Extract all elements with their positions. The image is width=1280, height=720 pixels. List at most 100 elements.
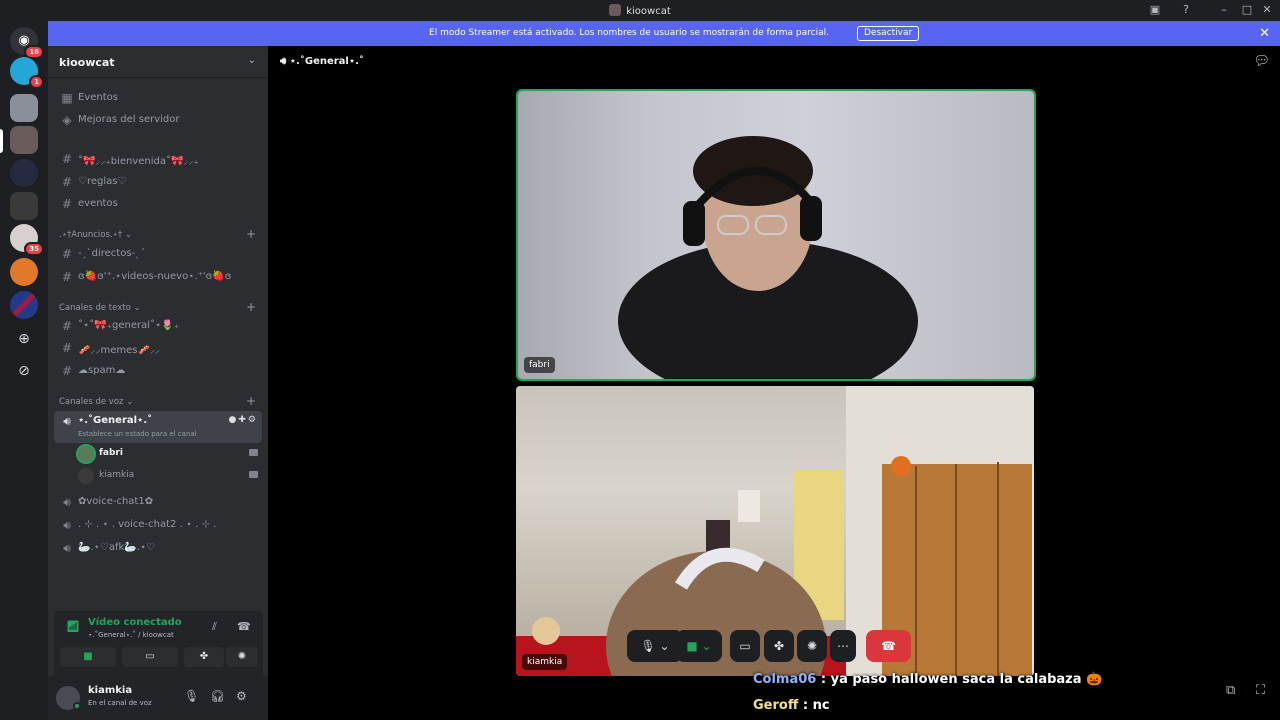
guild-header[interactable]: kioowcat ⌄ — [48, 46, 268, 78]
disconnect-button[interactable]: ☎ — [866, 630, 911, 662]
server-icon-6[interactable] — [10, 258, 38, 286]
member-name: kiamkia — [99, 470, 135, 480]
window-title-text: kioowcat — [626, 6, 671, 17]
close-window-button[interactable]: ✕ — [1258, 2, 1276, 18]
activities-button[interactable]: ✤ — [764, 630, 794, 662]
soundboard-button[interactable]: ✺ — [797, 630, 827, 662]
voice-channel-label: ⋆.˚General⋆.˚ — [78, 415, 153, 426]
overlay-chat-line: Colma06 : ya paso hallowen saca la calab… — [753, 672, 1102, 687]
chat-icon[interactable]: ● — [229, 415, 239, 425]
category-label: Canales de voz — [59, 397, 124, 407]
channel-videos-nuevo[interactable]: # ɞ🍓ɞ'⁺.⋆videos-nuevo⋆.⁺'ɞ🍓ɞ — [54, 267, 262, 288]
help-icon[interactable]: ? — [1177, 2, 1195, 18]
category-text-channels[interactable]: Canales de texto ⌄ — [59, 303, 141, 313]
server-icon-4[interactable] — [10, 192, 38, 220]
add-channel-icon[interactable]: + — [246, 227, 256, 241]
sidebar-item-events[interactable]: ▦ Eventos — [54, 88, 262, 109]
channel-spam[interactable]: # ☁spam☁ — [54, 361, 262, 382]
server-icon-1[interactable]: 1 — [10, 57, 44, 89]
channel-general[interactable]: # ˚⋆˚🎀₊general˚⋆🌷₊ — [54, 316, 262, 337]
speaker-icon: 🔊︎ — [63, 495, 71, 509]
camera-button[interactable]: ■ — [60, 647, 116, 667]
hash-icon: # — [61, 197, 73, 211]
server-badge: 35 — [24, 242, 44, 256]
inbox-icon[interactable]: ▣ — [1146, 2, 1164, 18]
voice-channel-afk[interactable]: 🔊︎ 🦢.⋆♡afk🦢.⋆♡ — [54, 538, 262, 559]
close-icon[interactable]: ✕ — [1259, 26, 1270, 41]
server-icon-3[interactable] — [10, 159, 38, 187]
voice-channel-voice-chat2[interactable]: 🔊︎ . ⊹ . ⋆ . voice-chat2 . ⋆ . ⊹ . — [54, 515, 262, 536]
gear-icon[interactable]: ⚙ — [236, 689, 247, 703]
deactivate-button[interactable]: Desactivar — [857, 26, 920, 41]
discover-icon[interactable]: ⊘ — [10, 357, 38, 385]
activities-button[interactable]: ✤ — [184, 647, 224, 667]
channel-memes[interactable]: # 🥓⸝⸝memes🥓⸝⸝ — [54, 338, 262, 359]
camera-icon — [249, 471, 258, 478]
server-icon-5[interactable]: 35 — [10, 224, 44, 256]
noise-suppression-icon[interactable]: ⫽ — [212, 620, 217, 634]
camera-toggle-button[interactable]: ■ ⌄ — [676, 630, 722, 662]
channel-bienvenida[interactable]: # ˚🎀⸝⸝₊bienvenida˚🎀⸝⸝₊ — [54, 149, 262, 170]
gear-icon[interactable]: ⚙ — [248, 415, 258, 425]
banner-text: El modo Streamer está activado. Los nomb… — [429, 28, 829, 38]
minimize-button[interactable]: – — [1215, 2, 1233, 18]
calendar-icon: ▦ — [61, 91, 73, 105]
sidebar-item-label: Eventos — [78, 92, 118, 103]
add-server-icon[interactable]: ⊕ — [10, 325, 38, 353]
server-icon-2[interactable] — [10, 94, 38, 122]
channel-label: eventos — [78, 198, 118, 209]
participant-name-tag: kiamkia — [522, 654, 568, 670]
member-name: fabri — [99, 448, 123, 458]
sidebar-item-label: Mejoras del servidor — [78, 114, 180, 125]
invite-icon[interactable]: ✚ — [238, 415, 248, 425]
direct-messages-icon[interactable]: ◉ 16 — [10, 27, 44, 59]
voice-channel-voice-chat1[interactable]: 🔊︎ ✿voice-chat1✿ — [54, 492, 262, 513]
voice-location[interactable]: ⋆.˚General⋆.˚ / kioowcat — [88, 631, 174, 639]
chat-icon[interactable]: 💬︎ — [1253, 54, 1270, 69]
voice-channel-label: . ⊹ . ⋆ . voice-chat2 . ⋆ . ⊹ . — [78, 519, 217, 530]
mute-button[interactable]: 🎙︎ ⌄ — [627, 630, 683, 662]
screen-share-button[interactable]: ▭ — [730, 630, 760, 662]
headphones-icon[interactable]: 🎧︎ — [210, 689, 225, 703]
streamer-mode-banner: El modo Streamer está activado. Los nomb… — [48, 21, 1280, 46]
server-badge: 1 — [29, 75, 44, 89]
voice-status[interactable]: Vídeo conectado — [88, 617, 182, 628]
channel-reglas[interactable]: # ♡reglas♡ — [54, 172, 262, 193]
speaker-icon: 🔊︎ — [63, 518, 71, 532]
video-feed — [618, 136, 918, 379]
server-icon-7[interactable] — [10, 291, 38, 319]
more-options-button[interactable]: ⋯ — [830, 630, 856, 662]
server-icon-kioowcat[interactable] — [10, 126, 38, 154]
add-channel-icon[interactable]: + — [246, 300, 256, 314]
maximize-button[interactable]: □ — [1238, 2, 1256, 18]
chat-message: : ya paso hallowen saca la calabaza 🎃 — [816, 672, 1103, 687]
chat-nick: Colma06 — [753, 672, 817, 687]
category-voice-channels[interactable]: Canales de voz ⌄ — [59, 397, 133, 407]
participant-name-tag: fabri — [524, 357, 555, 373]
microphone-icon[interactable]: 🎙︎ — [184, 689, 199, 703]
voice-member[interactable]: kiamkia — [78, 466, 262, 486]
voice-member[interactable]: fabri — [76, 444, 262, 464]
category-announcements[interactable]: .⋆†Anuncios.⋆† ⌄ — [59, 230, 132, 240]
soundboard-button[interactable]: ✺ — [226, 647, 258, 667]
add-channel-icon[interactable]: + — [246, 394, 256, 408]
fullscreen-icon[interactable]: ⛶ — [1256, 683, 1265, 698]
popout-icon[interactable]: ⧉ — [1226, 683, 1235, 698]
chevron-down-icon: ⌄ — [124, 230, 133, 240]
channel-label: ˚🎀⸝⸝₊bienvenida˚🎀⸝⸝₊ — [78, 156, 199, 167]
sidebar-item-boosts[interactable]: ◈ Mejoras del servidor — [54, 110, 262, 131]
speaker-icon: 🔊︎ — [280, 56, 287, 67]
guild-name: kioowcat — [59, 56, 115, 69]
stage-header: 🔊︎ ⋆.˚General⋆.˚ — [280, 56, 364, 67]
username[interactable]: kiamkia — [88, 685, 132, 696]
channel-directos[interactable]: # -ˏˋdirectos-ˎˊ — [54, 244, 262, 265]
voice-channel-label: ✿voice-chat1✿ — [78, 496, 154, 507]
video-tile-fabri[interactable]: fabri — [516, 89, 1036, 381]
channel-eventos[interactable]: # eventos — [54, 194, 262, 215]
disconnect-icon[interactable]: ☎ — [237, 620, 251, 633]
window-title: kioowcat — [0, 4, 1280, 17]
channel-status-text[interactable]: Establece un estado para el canal — [78, 430, 197, 438]
channel-label: ♡reglas♡ — [78, 176, 127, 187]
voice-channel-general[interactable]: 🔊︎ ⋆.˚General⋆.˚ Establece un estado par… — [54, 411, 262, 443]
screen-share-button[interactable]: ▭ — [122, 647, 178, 667]
